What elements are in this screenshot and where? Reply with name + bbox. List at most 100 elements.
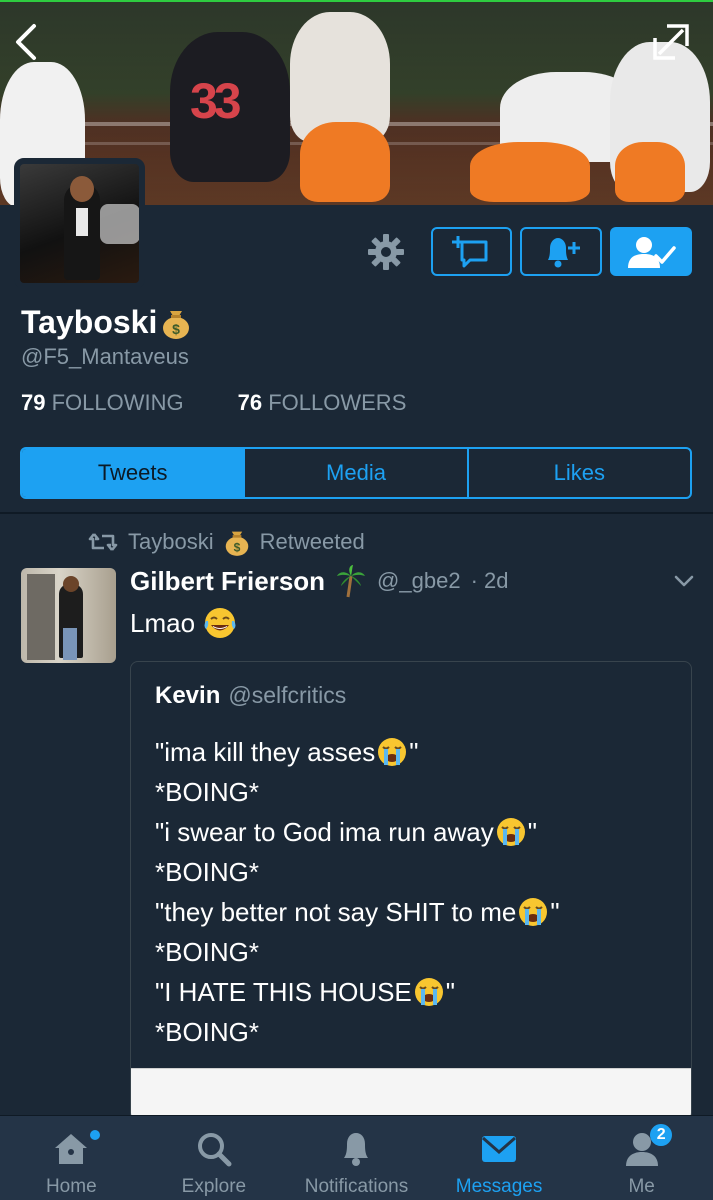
bell-plus-icon xyxy=(548,237,580,267)
tab-media[interactable]: Media xyxy=(243,449,466,497)
home-icon xyxy=(55,1134,88,1164)
quote-line: *BOING* xyxy=(155,772,560,812)
nav-explore-label: Explore xyxy=(181,1176,247,1197)
followers-label: FOLLOWERS xyxy=(268,390,407,415)
envelope-icon xyxy=(482,1136,517,1162)
quote-line: *BOING* xyxy=(155,1012,560,1052)
loudly-crying-emoji-icon xyxy=(378,738,407,766)
banner-player xyxy=(615,142,685,202)
add-message-icon xyxy=(451,235,487,267)
quoted-tweet[interactable]: Kevin @selfcritics "ima kill they asses "… xyxy=(130,661,692,1121)
tears-of-joy-emoji-icon xyxy=(204,608,236,638)
avatar-head xyxy=(63,576,79,592)
quote-line-text: *BOING* xyxy=(155,777,260,807)
expand-banner-icon[interactable] xyxy=(649,20,693,64)
profile-avatar[interactable] xyxy=(14,158,145,289)
banner-jersey: 33 xyxy=(190,73,242,129)
followers-stat[interactable]: 76 FOLLOWERS xyxy=(238,390,407,416)
quote-line-suffix: " xyxy=(527,817,537,847)
home-unread-dot xyxy=(90,1130,100,1140)
loudly-crying-emoji-icon xyxy=(496,818,525,846)
followers-count: 76 xyxy=(237,390,263,415)
profile-handle: @F5_Mantaveus xyxy=(21,344,189,369)
avatar-shirt xyxy=(76,208,88,236)
quote-line: "ima kill they asses " xyxy=(155,732,560,772)
avatar-background xyxy=(27,574,55,660)
back-chevron-icon[interactable] xyxy=(10,20,46,64)
nav-home-label: Home xyxy=(45,1176,97,1197)
quote-line-text: "they better not say SHIT to me xyxy=(155,897,517,927)
money-bag-icon: $ xyxy=(163,310,190,339)
chevron-down-icon[interactable] xyxy=(672,572,696,590)
search-icon xyxy=(197,1133,232,1167)
tweet-text: Lmao xyxy=(130,606,237,640)
tab-tweets[interactable]: Tweets xyxy=(22,449,244,497)
quote-line: "i swear to God ima run away " xyxy=(155,812,560,852)
bell-icon xyxy=(344,1133,369,1166)
avatar-legs xyxy=(63,628,77,660)
quote-line-text: "i swear to God ima run away xyxy=(155,817,494,847)
direct-message-button[interactable] xyxy=(431,227,512,276)
quoted-tweet-text: "ima kill they asses " *BOING* "i swear t… xyxy=(155,732,560,1052)
quoted-author-name: Kevin xyxy=(155,682,221,709)
quoted-tweet-media[interactable] xyxy=(131,1068,691,1120)
quote-line: "they better not say SHIT to me " xyxy=(155,892,560,932)
nav-notifications[interactable]: 2 Notifications xyxy=(285,1116,675,1200)
profile-display-name: Tayboski $ xyxy=(21,304,191,341)
retweet-icon xyxy=(88,533,118,551)
tweet-author-name[interactable]: Gilbert Frierson xyxy=(130,566,325,597)
quote-line-text: *BOING* xyxy=(155,857,260,887)
money-bag-icon: $ xyxy=(225,531,248,556)
quoted-tweet-header: Kevin @selfcritics xyxy=(155,682,346,710)
banner-player xyxy=(300,122,390,202)
tweet-author-handle: @_gbe2 xyxy=(377,568,461,593)
bottom-nav: Home Explore 2 Notifications Messages Me xyxy=(0,1115,713,1200)
banner-player xyxy=(470,142,590,202)
retweeter-name[interactable]: Tayboski xyxy=(128,529,214,555)
person-check-icon xyxy=(628,236,676,268)
loudly-crying-emoji-icon xyxy=(519,898,548,926)
nav-home[interactable]: Home xyxy=(0,1116,143,1200)
quote-line-suffix: " xyxy=(550,897,560,927)
palm-tree-icon xyxy=(337,565,366,598)
tweet-header: Gilbert Frierson @_gbe2 · 2d xyxy=(130,564,508,598)
following-count: 79 xyxy=(21,390,46,415)
quote-line-text: "I HATE THIS HOUSE xyxy=(155,977,412,1007)
quote-line-text: *BOING* xyxy=(155,1017,260,1047)
nav-messages-label: Messages xyxy=(455,1176,543,1197)
display-name-text: Tayboski xyxy=(21,304,158,340)
profile-tabs: Tweets Media Likes xyxy=(20,447,692,499)
quote-line-suffix: " xyxy=(445,977,455,1007)
avatar-background-car xyxy=(100,204,139,244)
nav-notifications-label: Notifications xyxy=(304,1176,409,1197)
svg-text:$: $ xyxy=(172,321,180,337)
retweet-context: Tayboski $ Retweeted xyxy=(88,528,365,556)
tweet-body: Lmao xyxy=(130,607,196,638)
following-label: FOLLOWING xyxy=(51,390,184,415)
following-button[interactable] xyxy=(610,227,692,276)
quoted-author-handle: @selfcritics xyxy=(228,682,347,708)
retweeted-label: Retweeted xyxy=(259,529,365,554)
nav-me[interactable]: Me xyxy=(570,1116,713,1200)
profile-stats: 79 FOLLOWING 76 FOLLOWERS xyxy=(21,390,406,416)
person-icon xyxy=(625,1133,658,1166)
following-stat[interactable]: 79 FOLLOWING xyxy=(21,390,184,416)
quote-line: "I HATE THIS HOUSE " xyxy=(155,972,560,1012)
notify-button[interactable] xyxy=(520,227,602,276)
loudly-crying-emoji-icon xyxy=(414,978,443,1006)
tweet-author-avatar[interactable] xyxy=(21,568,116,663)
tab-likes[interactable]: Likes xyxy=(466,449,690,497)
nav-explore[interactable]: Explore xyxy=(143,1116,286,1200)
quote-line-text: "ima kill they asses xyxy=(155,737,376,767)
nav-me-label: Me xyxy=(628,1176,655,1197)
svg-text:$: $ xyxy=(233,541,240,555)
quote-line-suffix: " xyxy=(409,737,419,767)
quote-line: *BOING* xyxy=(155,932,560,972)
divider xyxy=(0,512,713,514)
gear-icon[interactable] xyxy=(366,232,406,272)
avatar-head xyxy=(70,176,94,202)
nav-messages[interactable]: Messages xyxy=(428,1116,571,1200)
quote-line: *BOING* xyxy=(155,852,560,892)
tweet-age: · 2d xyxy=(470,568,509,593)
quote-line-text: *BOING* xyxy=(155,937,260,967)
